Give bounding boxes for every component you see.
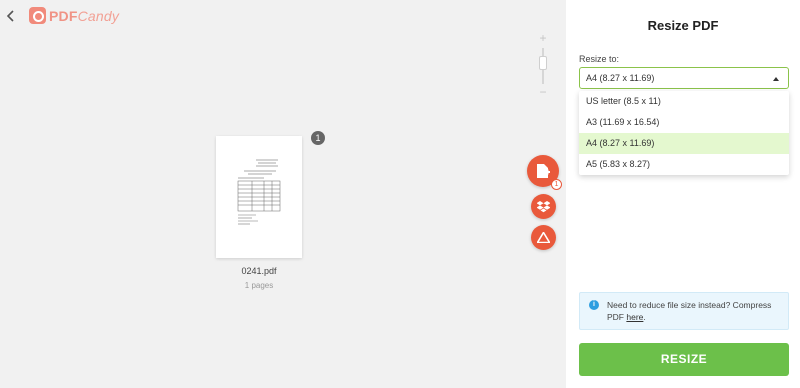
google-drive-button[interactable] (531, 225, 556, 250)
panel-title: Resize PDF (647, 18, 719, 33)
option-a3[interactable]: A3 (11.69 x 16.54) (579, 112, 789, 133)
page-size-selected-value: A4 (8.27 x 11.69) (586, 73, 655, 83)
page-count-badge: 1 (311, 131, 325, 145)
compress-link[interactable]: here (626, 312, 643, 322)
resize-to-label: Resize to: (579, 54, 620, 64)
compress-info-box: i Need to reduce file size instead? Comp… (579, 292, 789, 330)
settings-panel: Resize PDF Resize to: A4 (8.27 x 11.69) … (566, 0, 800, 388)
option-a5[interactable]: A5 (5.83 x 8.27) (579, 154, 789, 175)
option-us-letter[interactable]: US letter (8.5 x 11) (579, 91, 789, 112)
file-page-count: 1 pages (244, 281, 274, 290)
zoom-control: + − (536, 32, 550, 98)
file-name: 0241.pdf (241, 266, 277, 276)
info-suffix: . (643, 312, 646, 322)
google-drive-icon (537, 232, 550, 243)
dropbox-icon (537, 200, 550, 212)
pdfcandy-logo-icon (29, 7, 46, 24)
option-a4[interactable]: A4 (8.27 x 11.69) (579, 133, 789, 154)
zoom-slider-handle[interactable] (539, 56, 547, 70)
dropbox-button[interactable] (531, 194, 556, 219)
resize-button[interactable]: RESIZE (579, 343, 789, 376)
page-size-dropdown: US letter (8.5 x 11) A3 (11.69 x 16.54) … (579, 91, 789, 175)
file-thumbnail[interactable] (216, 136, 302, 258)
caret-up-icon (773, 77, 779, 81)
document-preview-icon (237, 159, 281, 225)
logo-text: PDFCandy (49, 7, 120, 24)
workspace: PDFCandy + − 1 0241.pdf 1 pages 1 (0, 0, 566, 388)
page-size-select[interactable]: A4 (8.27 x 11.69) (579, 67, 789, 89)
zoom-in-button[interactable]: + (536, 32, 550, 44)
add-file-icon (537, 164, 550, 178)
back-arrow-icon[interactable] (4, 7, 18, 25)
zoom-out-button[interactable]: − (536, 86, 550, 98)
info-icon: i (589, 300, 599, 310)
logo[interactable]: PDFCandy (29, 7, 119, 24)
file-count-badge: 1 (551, 179, 562, 190)
